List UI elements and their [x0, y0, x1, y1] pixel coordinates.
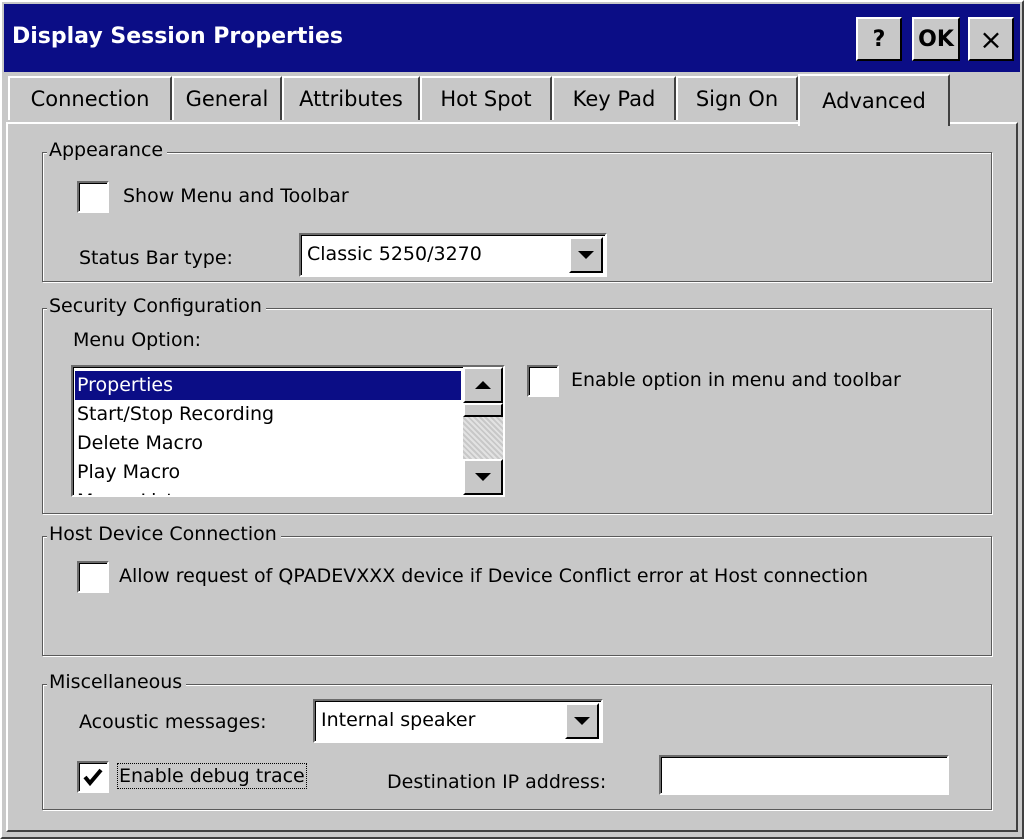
menu-option-listbox[interactable]: Properties Start/Stop Recording Delete M… — [71, 365, 505, 497]
help-button[interactable]: ? — [856, 17, 902, 61]
window-title: Display Session Properties — [12, 24, 343, 49]
allow-request-checkbox[interactable] — [77, 561, 109, 593]
arrow-up-icon — [475, 381, 491, 389]
debug-trace-label: Enable debug trace — [117, 763, 307, 789]
tab-connection[interactable]: Connection — [8, 76, 172, 120]
appearance-group-label: Appearance — [47, 139, 168, 161]
enable-option-label: Enable option in menu and toolbar — [571, 369, 901, 391]
tab-key-pad[interactable]: Key Pad — [552, 76, 676, 120]
title-bar[interactable]: Display Session Properties ? OK × — [4, 4, 1020, 72]
status-bar-type-label: Status Bar type: — [79, 247, 233, 269]
miscellaneous-group: Miscellaneous Acoustic messages: Interna… — [42, 671, 992, 810]
status-bar-dropdown-button[interactable] — [569, 237, 603, 273]
tab-general[interactable]: General — [172, 76, 282, 120]
host-device-group: Host Device Connection Allow request of … — [42, 523, 992, 656]
advanced-tab-panel: Appearance Show Menu and Toolbar Status … — [6, 122, 1018, 832]
host-device-group-label: Host Device Connection — [47, 523, 281, 545]
checkmark-icon — [83, 768, 103, 787]
acoustic-dropdown-button[interactable] — [565, 703, 599, 739]
acoustic-messages-select[interactable]: Internal speaker — [313, 699, 603, 743]
show-menu-label: Show Menu and Toolbar — [123, 185, 349, 207]
status-bar-type-select[interactable]: Classic 5250/3270 — [299, 233, 607, 277]
security-group-label: Security Configuration — [47, 295, 266, 317]
destination-ip-label: Destination IP address: — [387, 771, 607, 793]
list-item-properties[interactable]: Properties — [75, 371, 461, 400]
chevron-down-icon — [574, 717, 590, 725]
miscellaneous-group-label: Miscellaneous — [47, 671, 187, 693]
allow-request-label: Allow request of QPADEVXXX device if Dev… — [119, 565, 869, 587]
acoustic-messages-label: Acoustic messages: — [79, 711, 267, 733]
menu-option-label: Menu Option: — [73, 329, 202, 351]
tab-hot-spot[interactable]: Hot Spot — [420, 76, 552, 120]
close-button[interactable]: × — [968, 17, 1014, 61]
scroll-thumb[interactable] — [463, 403, 503, 417]
list-item-start-stop-recording[interactable]: Start/Stop Recording — [75, 400, 461, 429]
security-group: Security Configuration Menu Option: Prop… — [42, 295, 992, 514]
tab-advanced[interactable]: Advanced — [798, 74, 950, 126]
debug-trace-checkbox[interactable] — [77, 761, 109, 793]
appearance-group: Appearance Show Menu and Toolbar Status … — [42, 139, 992, 282]
list-item-play-macro[interactable]: Play Macro — [75, 458, 461, 487]
ok-button[interactable]: OK — [912, 17, 960, 61]
enable-option-checkbox[interactable] — [527, 365, 559, 397]
chevron-down-icon — [578, 251, 594, 259]
scroll-down-button[interactable] — [463, 459, 503, 495]
close-icon: × — [979, 22, 1003, 56]
list-item-macro-list[interactable]: Macro List — [75, 487, 461, 495]
arrow-down-icon — [475, 473, 491, 481]
show-menu-checkbox[interactable] — [77, 181, 109, 213]
list-item-delete-macro[interactable]: Delete Macro — [75, 429, 461, 458]
tab-sign-on[interactable]: Sign On — [676, 76, 798, 120]
destination-ip-input[interactable] — [659, 755, 949, 795]
dialog-window: Display Session Properties ? OK × Connec… — [0, 0, 1024, 839]
tab-strip: Connection General Attributes Hot Spot K… — [2, 74, 1022, 126]
menu-option-scrollbar[interactable] — [463, 367, 503, 495]
status-bar-type-value: Classic 5250/3270 — [307, 243, 482, 265]
scroll-up-button[interactable] — [463, 367, 503, 403]
tab-attributes[interactable]: Attributes — [282, 76, 420, 120]
acoustic-messages-value: Internal speaker — [321, 709, 476, 731]
